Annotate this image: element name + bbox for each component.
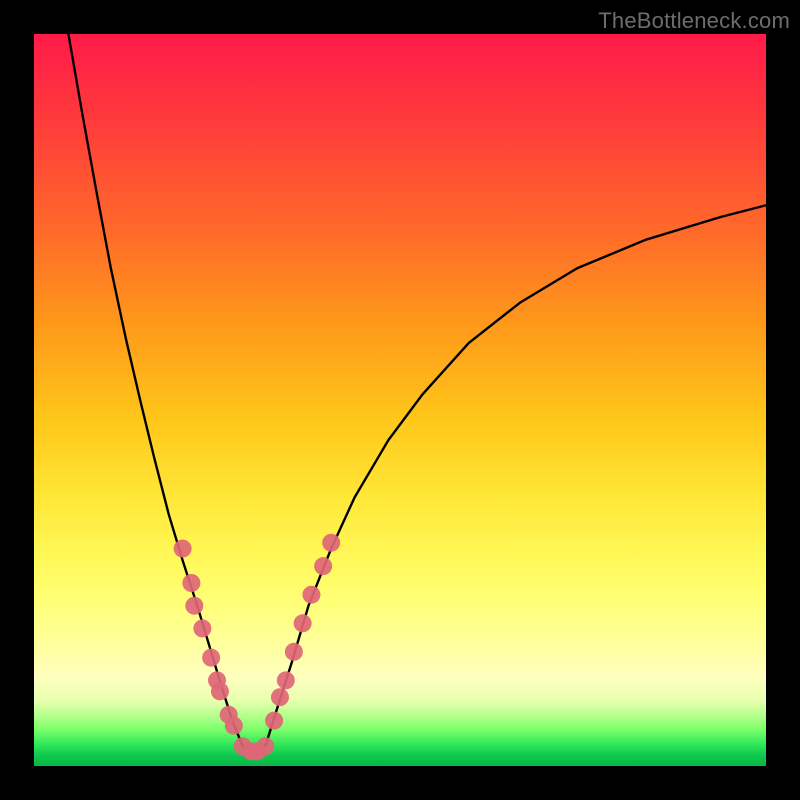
marker-point [285,643,303,661]
chart-frame: TheBottleneck.com [0,0,800,800]
marker-point [271,688,289,706]
marker-point [322,534,340,552]
plot-area [34,34,766,766]
marker-point [174,540,192,558]
marker-point [265,712,283,730]
marker-point [185,597,203,615]
marker-point [202,649,220,667]
marker-point [294,614,312,632]
watermark-text: TheBottleneck.com [598,8,790,34]
marker-point [225,717,243,735]
marker-point [302,586,320,604]
chart-svg [34,34,766,766]
marker-point [277,671,295,689]
marker-point [256,737,274,755]
marker-point [314,557,332,575]
marker-point [193,619,211,637]
marker-point [182,574,200,592]
bottleneck-curve [68,34,766,746]
marker-point [211,682,229,700]
